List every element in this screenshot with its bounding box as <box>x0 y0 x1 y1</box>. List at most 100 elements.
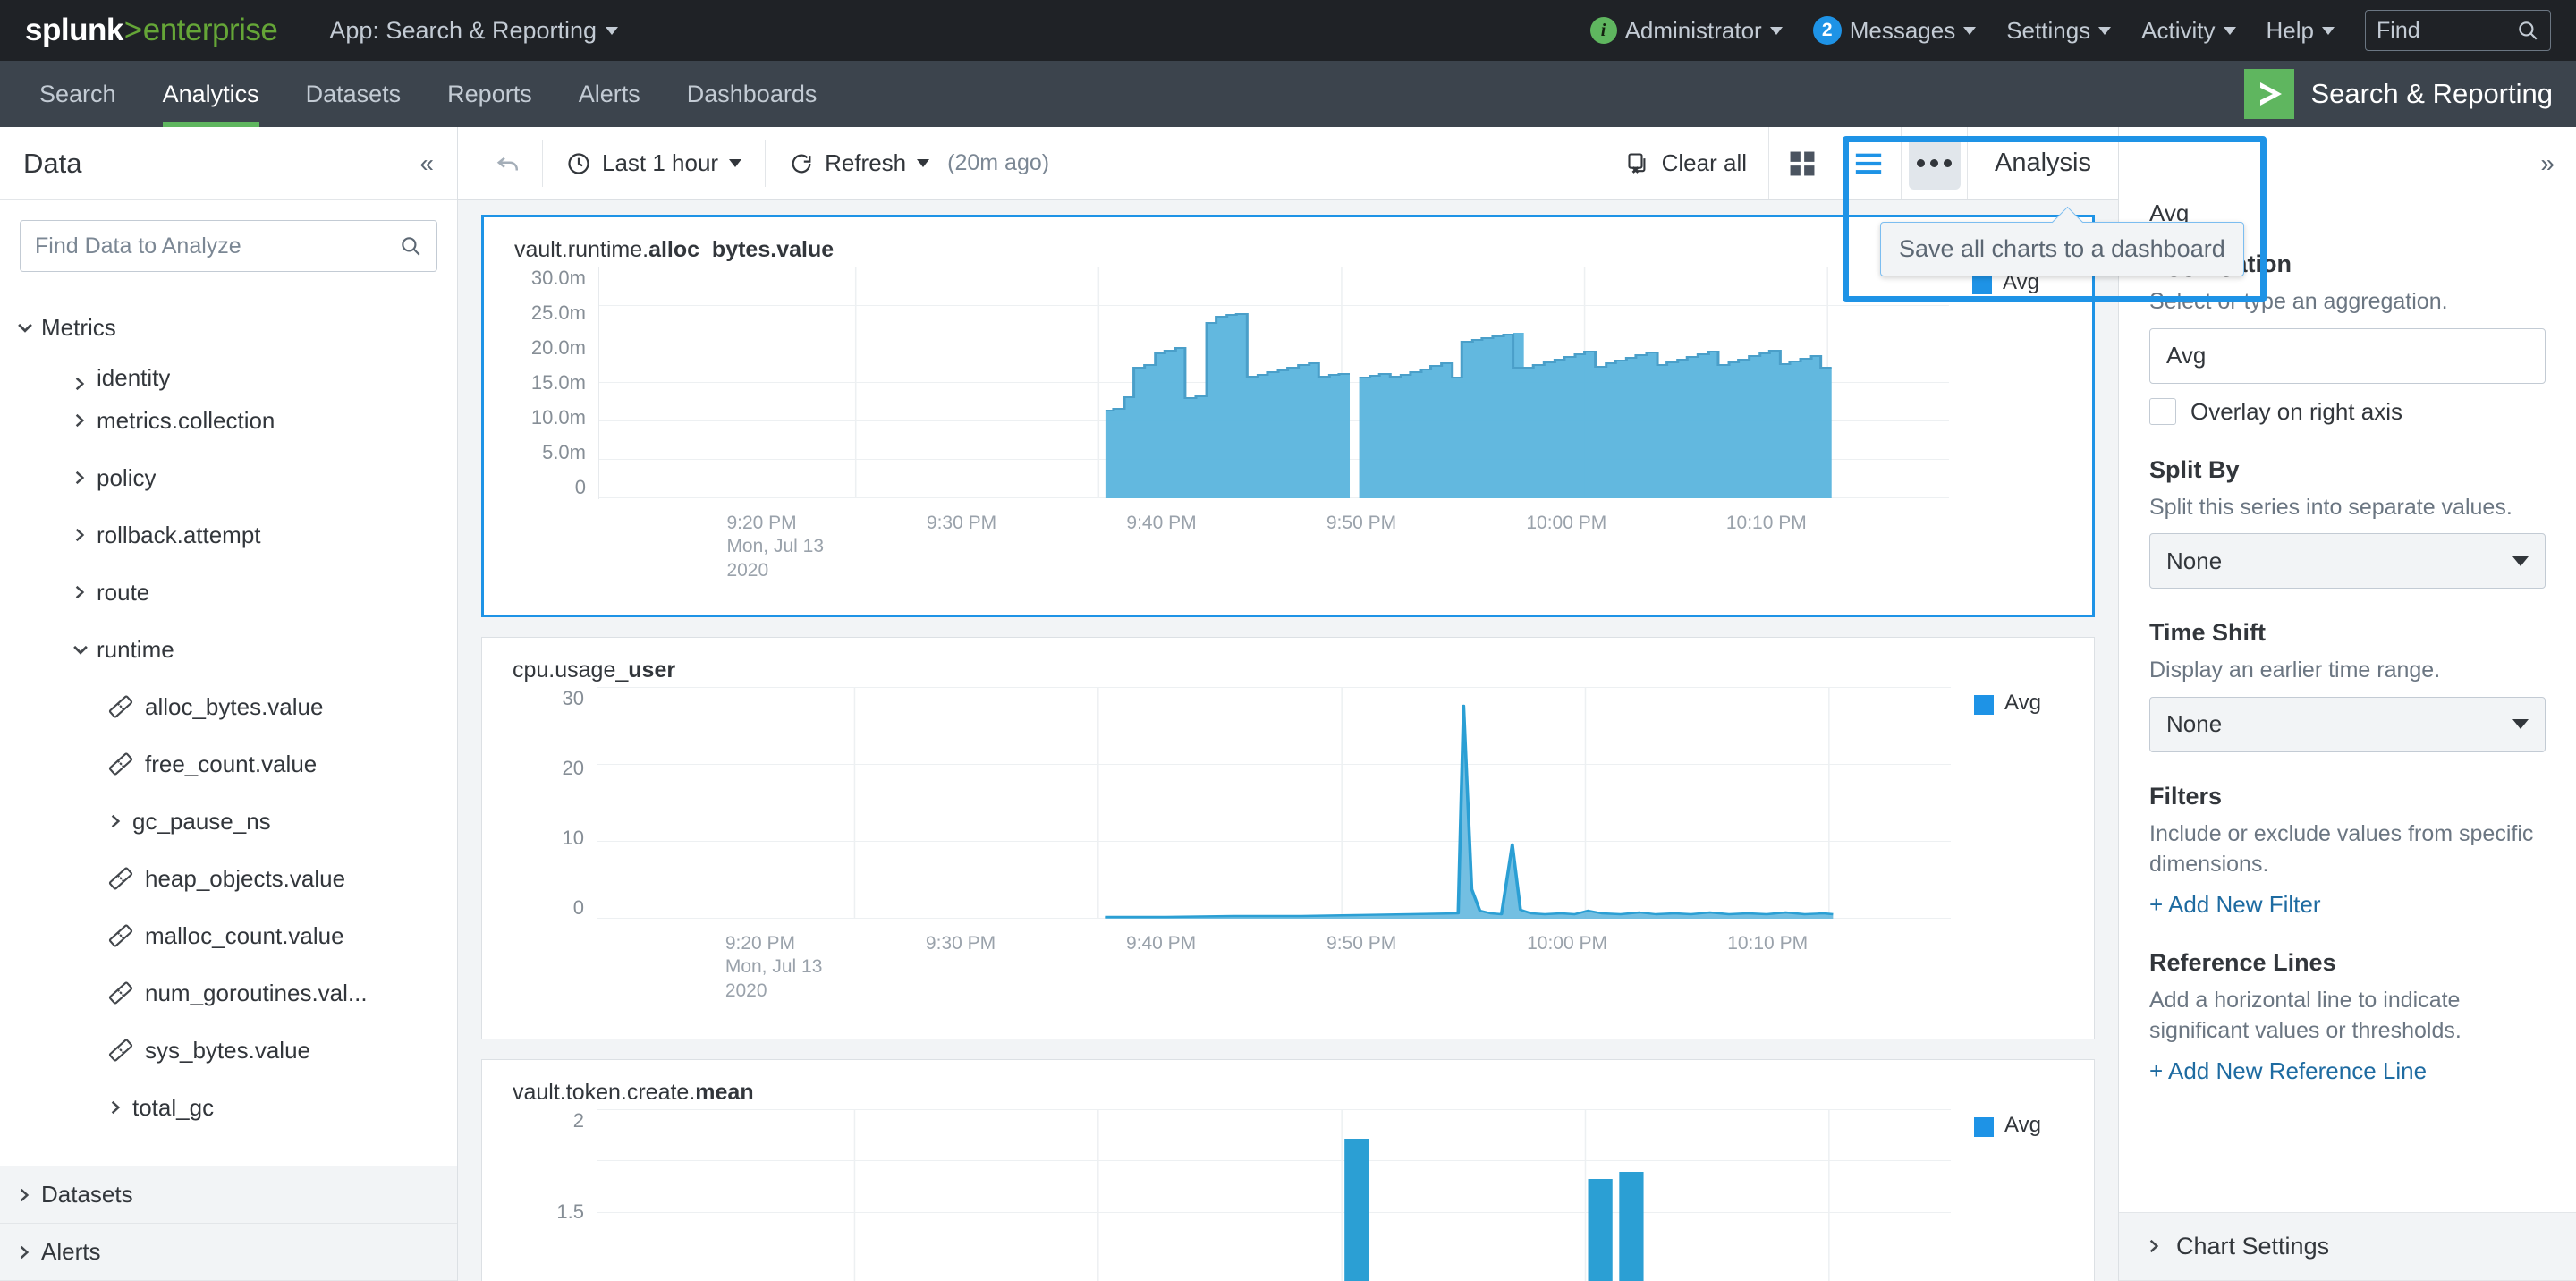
chart-title: cpu.usage_user <box>482 657 2094 683</box>
tree-item-label: heap_objects.value <box>145 864 346 892</box>
chevron-down-icon <box>72 640 97 658</box>
messages-menu[interactable]: 2 Messages <box>1812 16 1977 45</box>
list-icon <box>1855 153 1881 174</box>
metric-ruler-icon <box>107 980 145 1006</box>
tree-item-metrics-collection[interactable]: metrics.collection <box>0 392 457 449</box>
tree-item-label: runtime <box>97 635 174 663</box>
tree-item-malloc-count-value[interactable]: malloc_count.value <box>0 907 457 964</box>
splunk-logo[interactable]: splunk > enterprise <box>25 13 278 48</box>
tree-item-metrics[interactable]: Metrics <box>0 299 457 356</box>
y-tick-label: 30.0m <box>530 267 586 289</box>
user-menu-label: Administrator <box>1624 16 1762 44</box>
toolbar-divider <box>542 140 543 187</box>
y-tick-label: 5.0m <box>542 441 586 463</box>
undo-button[interactable] <box>479 150 538 177</box>
nav-tab-label: Datasets <box>305 80 402 107</box>
nav-tab-label: Search <box>39 80 116 107</box>
y-tick-label: 25.0m <box>530 301 586 324</box>
tree-item-sys-bytes-value[interactable]: sys_bytes.value <box>0 1022 457 1079</box>
time-shift-select[interactable]: None <box>2149 696 2546 752</box>
y-tick-label: 10 <box>562 827 584 849</box>
help-label: Help <box>2266 16 2314 44</box>
nav-tab-analytics[interactable]: Analytics <box>140 61 283 127</box>
chart-settings-row[interactable]: Chart Settings <box>2119 1213 2576 1281</box>
user-menu[interactable]: i Administrator <box>1589 16 1783 45</box>
grid-view-button[interactable] <box>1768 127 1835 199</box>
refresh-button[interactable]: Refresh (20m ago) <box>769 127 1069 199</box>
tree-item-alloc-bytes-value[interactable]: alloc_bytes.value <box>0 678 457 735</box>
chevron-right-icon <box>16 1244 41 1260</box>
tree-item-num-goroutines-val-[interactable]: num_goroutines.val... <box>0 964 457 1022</box>
overlay-right-axis-checkbox[interactable] <box>2149 398 2176 425</box>
find-input[interactable]: Find <box>2365 10 2551 51</box>
tree-item-total-gc[interactable]: total_gc <box>0 1079 457 1136</box>
bar <box>1588 1179 1613 1281</box>
tree-item-label: route <box>97 578 150 606</box>
chevron-down-icon <box>2098 26 2112 35</box>
find-data-search[interactable] <box>20 220 437 272</box>
y-tick-label: 10.0m <box>530 406 586 428</box>
chart-plot-wrap: 30 20 10 0 Avg <box>482 687 2094 920</box>
tree-item-identity[interactable]: identity <box>0 356 457 392</box>
chart-legend: Avg <box>1951 1109 2094 1281</box>
x-tick-label: 9:40 PM <box>1126 513 1197 533</box>
list-view-button[interactable] <box>1835 127 1901 199</box>
time-range-picker[interactable]: Last 1 hour <box>547 127 761 199</box>
tree-item-label: alloc_bytes.value <box>145 692 324 720</box>
split-by-select[interactable]: None <box>2149 533 2546 589</box>
clear-all-icon <box>1628 152 1646 174</box>
messages-count-badge: 2 <box>1812 16 1842 45</box>
x-tick-label: 9:30 PM <box>926 513 997 533</box>
tree-item-route[interactable]: route <box>0 564 457 621</box>
activity-menu[interactable]: Activity <box>2141 17 2236 45</box>
find-data-input[interactable] <box>35 233 399 259</box>
aggregation-input[interactable]: Avg <box>2149 327 2546 384</box>
nav-tab-label: Dashboards <box>686 80 818 107</box>
overlay-right-axis-row[interactable]: Overlay on right axis <box>2149 398 2546 426</box>
clear-all-button[interactable]: Clear all <box>1605 127 1768 199</box>
tree-item-gc-pause-ns[interactable]: gc_pause_ns <box>0 793 457 850</box>
nav-tab-search[interactable]: Search <box>16 61 140 127</box>
add-new-filter-link[interactable]: + Add New Filter <box>2149 891 2546 919</box>
nav-tab-reports[interactable]: Reports <box>424 61 555 127</box>
app-menu[interactable]: App: Search & Reporting <box>329 17 619 45</box>
grid-icon <box>1790 151 1814 175</box>
nav-tab-alerts[interactable]: Alerts <box>555 61 664 127</box>
analysis-toolbar: Last 1 hour Refresh (20m ago) Clear all … <box>458 127 2118 200</box>
chart-card[interactable]: vault.token.create.mean 21.51 <box>481 1059 2095 1281</box>
analysis-panel-body: vault.runtime.alloc_bytes.value Avg Aggr… <box>2119 200 2576 1212</box>
sidebar-item-alerts[interactable]: Alerts <box>0 1224 457 1281</box>
chevron-right-icon <box>72 376 97 392</box>
toolbar-right: Clear all Analysis <box>1605 127 2118 199</box>
nav-tab-dashboards[interactable]: Dashboards <box>664 61 841 127</box>
chevron-down-icon <box>917 159 930 167</box>
tree-item-rollback-attempt[interactable]: rollback.attempt <box>0 506 457 564</box>
tree-item-heap-objects-value[interactable]: heap_objects.value <box>0 850 457 907</box>
help-menu[interactable]: Help <box>2267 17 2334 45</box>
panel-expand-button[interactable]: » <box>2540 149 2555 178</box>
legend-label: Avg <box>2004 691 2041 715</box>
add-new-reference-line-link[interactable]: + Add New Reference Line <box>2149 1057 2546 1085</box>
tree-item-runtime[interactable]: runtime <box>0 621 457 678</box>
y-tick-label: 20 <box>562 757 584 779</box>
chart-card[interactable]: cpu.usage_user 30 20 10 0 Avg 9:20 PM Mo… <box>481 637 2095 1039</box>
sidebar-item-datasets[interactable]: Datasets <box>0 1166 457 1224</box>
analysis-panel-tab[interactable]: Analysis <box>1967 127 2118 199</box>
refresh-label: Refresh <box>825 149 907 176</box>
settings-menu[interactable]: Settings <box>2006 17 2112 45</box>
nav-tab-datasets[interactable]: Datasets <box>283 61 425 127</box>
tree-item-policy[interactable]: policy <box>0 449 457 506</box>
metric-ruler-icon <box>107 693 145 720</box>
x-axis: 9:20 PM Mon, Jul 13 2020 9:30 PM 9:40 PM 9:50… <box>484 499 2092 585</box>
x-tick-label: 9:50 PM <box>1326 933 1397 954</box>
more-actions-button[interactable] <box>1901 127 1967 199</box>
chevron-right-icon <box>72 412 97 428</box>
sidebar-search-wrap <box>0 200 457 288</box>
sidebar-collapse-button[interactable]: « <box>419 149 434 178</box>
tree-item-free-count-value[interactable]: free_count.value <box>0 735 457 793</box>
chart-card[interactable]: vault.runtime.alloc_bytes.value 30.0m 25.… <box>481 215 2095 617</box>
charts-scroll-area[interactable]: vault.runtime.alloc_bytes.value 30.0m 25.… <box>458 200 2118 1281</box>
chevron-right-icon <box>16 1187 41 1203</box>
tree-item-label: total_gc <box>132 1093 215 1121</box>
chart-title: vault.token.create.mean <box>482 1080 2094 1106</box>
